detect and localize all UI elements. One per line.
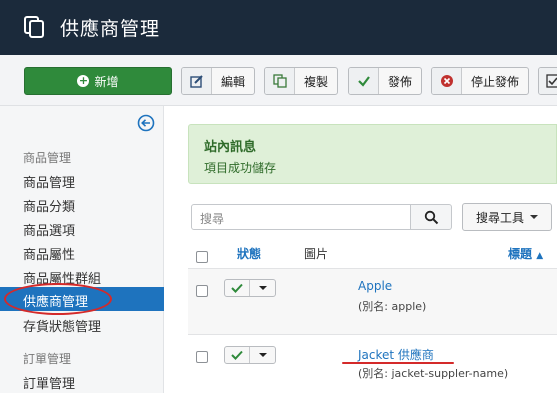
unpublish-button-label: 停止發佈: [471, 74, 520, 89]
supplier-alias: (別名: apple): [358, 300, 427, 313]
search-tools-button[interactable]: 搜尋工具: [462, 203, 552, 231]
sidebar-item-stock-status[interactable]: 存貨狀態管理: [23, 316, 101, 335]
supplier-name-link[interactable]: Apple: [358, 279, 392, 293]
sidebar-item-categories[interactable]: 商品分類: [23, 196, 75, 215]
chevron-down-icon: [530, 215, 538, 219]
checkin-button[interactable]: [538, 67, 557, 95]
row-checkbox[interactable]: [196, 285, 208, 297]
status-toggle[interactable]: [224, 279, 276, 297]
status-dropdown[interactable]: [250, 347, 275, 363]
top-header: 供應商管理: [0, 0, 557, 55]
title-column-header[interactable]: 標題 ▲: [508, 245, 543, 262]
search-tools-label: 搜尋工具: [475, 210, 524, 225]
new-button[interactable]: + 新增: [24, 67, 172, 95]
status-column-header[interactable]: 狀態: [237, 245, 261, 262]
sidebar-group-heading: 訂單管理: [23, 352, 72, 366]
sidebar-item-attributes[interactable]: 商品屬性: [23, 244, 75, 263]
copy-pages-icon: [24, 16, 44, 38]
edit-icon: [182, 68, 212, 94]
search-button[interactable]: [410, 204, 452, 230]
alert-heading: 站內訊息: [204, 140, 257, 155]
edit-button[interactable]: 編輯: [181, 67, 256, 95]
status-toggle[interactable]: [224, 346, 276, 364]
checkbox-check-icon: [539, 68, 557, 94]
publish-button[interactable]: 發佈: [348, 67, 423, 95]
search-input[interactable]: 搜尋: [191, 204, 411, 230]
search-icon: [424, 210, 438, 224]
chevron-down-icon: [258, 286, 267, 290]
page-title: 供應商管理: [60, 18, 161, 40]
edit-button-label: 編輯: [221, 74, 246, 89]
sort-ascending-icon: ▲: [536, 251, 544, 261]
copy-button[interactable]: 複製: [264, 67, 339, 95]
copy-button-label: 複製: [304, 74, 329, 89]
supplier-name-link[interactable]: Jacket 供應商: [358, 346, 434, 363]
chevron-down-icon: [258, 353, 267, 357]
sidebar-group-heading: 商品管理: [23, 151, 72, 165]
highlight-underline-annotation: [342, 362, 454, 364]
row-checkbox[interactable]: [196, 351, 208, 363]
published-check-icon[interactable]: [225, 280, 250, 296]
stop-icon: [432, 68, 462, 94]
sidebar-item-products[interactable]: 商品管理: [23, 172, 75, 191]
toolbar: + 新增 編輯 複製 發佈 停止發佈: [0, 55, 557, 106]
title-column-label: 標題: [508, 247, 533, 261]
collapse-sidebar-icon[interactable]: [137, 114, 155, 132]
supplier-alias: (別名: jacket-suppler-name): [358, 367, 509, 380]
select-all-checkbox[interactable]: [196, 251, 208, 263]
copy-icon: [265, 68, 295, 94]
sidebar-item-orders[interactable]: 訂單管理: [23, 373, 75, 392]
unpublish-button[interactable]: 停止發佈: [431, 67, 530, 95]
sidebar-item-options[interactable]: 商品選項: [23, 220, 75, 239]
status-dropdown[interactable]: [250, 280, 275, 296]
publish-button-label: 發佈: [388, 74, 413, 89]
success-alert: 站內訊息 項目成功儲存: [188, 124, 557, 184]
highlight-circle-annotation: [4, 283, 112, 315]
plus-circle-icon: +: [77, 74, 90, 87]
image-column-header: 圖片: [304, 247, 329, 261]
check-icon: [349, 68, 379, 94]
alert-message: 項目成功儲存: [204, 161, 277, 175]
new-button-label: 新增: [94, 74, 119, 89]
published-check-icon[interactable]: [225, 347, 250, 363]
